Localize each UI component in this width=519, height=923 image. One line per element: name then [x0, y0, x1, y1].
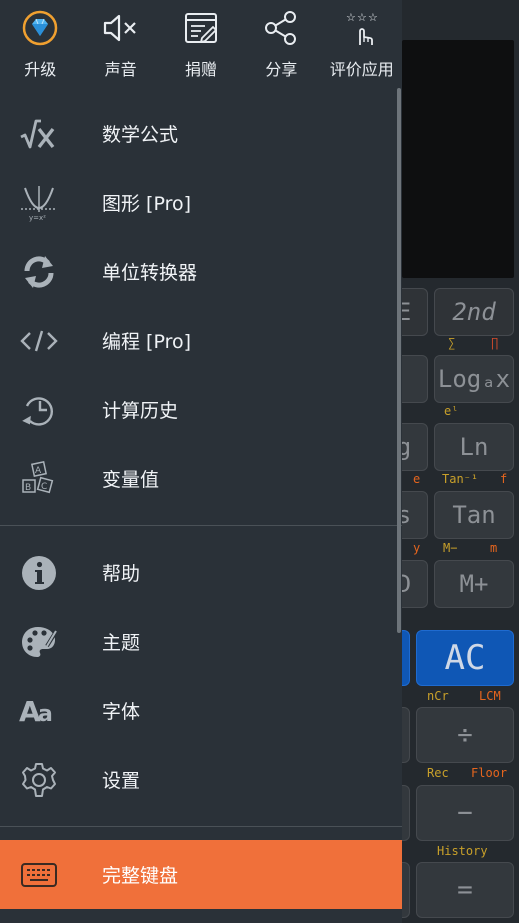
- ncr-shift-label: nCr: [427, 689, 449, 703]
- variables-label: 变量值: [102, 469, 160, 491]
- settings-label: 设置: [102, 770, 141, 792]
- font-aa-icon: A a: [18, 691, 60, 731]
- svg-text:A: A: [35, 466, 42, 476]
- code-brackets-icon: [18, 321, 60, 361]
- tan-key[interactable]: Tan: [434, 491, 514, 539]
- floor-shift-label: Floor: [471, 766, 508, 780]
- palette-icon: [18, 622, 60, 662]
- sum-shift-label: ∑: [448, 336, 456, 350]
- second-function-key[interactable]: 2nd: [434, 288, 514, 336]
- svg-text:a: a: [38, 702, 53, 727]
- menu-item-full-keyboard[interactable]: 完整键盘: [0, 840, 402, 909]
- history-clock-icon: [18, 390, 60, 430]
- m-minus-shift-label: M−: [443, 541, 458, 555]
- e-shift-label: e: [413, 472, 421, 486]
- menu-divider: [0, 525, 402, 526]
- menu-item-settings[interactable]: 设置: [0, 745, 402, 814]
- menu-item-programming[interactable]: 编程 [Pro]: [0, 306, 402, 375]
- graph-label: 图形 [Pro]: [102, 193, 192, 215]
- menu-item-variables[interactable]: A B C 变量值: [0, 444, 402, 513]
- donate-button[interactable]: 捐赠: [161, 0, 241, 88]
- m-plus-key[interactable]: M+: [434, 560, 514, 608]
- y-shift-label: y: [413, 541, 421, 555]
- keyboard-icon: [18, 855, 60, 895]
- navigation-drawer: 升级 声音 捐赠 分享 ☆ ☆ ☆ 评价应用 数学公式 y=x² 图形 [Pro…: [0, 0, 402, 923]
- help-label: 帮助: [102, 563, 141, 585]
- minus-key[interactable]: −: [416, 785, 514, 841]
- full-keyboard-label: 完整键盘: [102, 865, 179, 887]
- history-shift-label: History: [437, 844, 488, 858]
- theme-label: 主题: [102, 632, 141, 654]
- formulas-label: 数学公式: [102, 124, 179, 146]
- svg-text:☆: ☆: [346, 11, 356, 24]
- tan-inverse-shift-label: Tan⁻¹: [442, 472, 479, 486]
- share-label: 分享: [265, 60, 298, 79]
- sound-button[interactable]: 声音: [80, 0, 160, 88]
- rate-app-label: 评价应用: [329, 60, 394, 79]
- rec-shift-label: Rec: [427, 766, 449, 780]
- m-shift-label: m: [490, 541, 498, 555]
- gear-icon: [18, 760, 60, 800]
- log-base-key[interactable]: Logₐx: [434, 355, 514, 403]
- abc-blocks-icon: A B C: [18, 459, 60, 499]
- speaker-mute-icon: [101, 8, 141, 48]
- e-exp-shift-label: eˡ: [444, 404, 459, 418]
- menu-item-font[interactable]: A a 字体: [0, 676, 402, 745]
- donate-label: 捐赠: [184, 60, 217, 79]
- donate-window-icon: [183, 8, 219, 48]
- svg-text:y=x²: y=x²: [29, 214, 46, 222]
- menu-item-formulas[interactable]: 数学公式: [0, 99, 402, 168]
- menu-item-theme[interactable]: 主题: [0, 607, 402, 676]
- divide-key[interactable]: ÷: [416, 707, 514, 763]
- diamond-icon: [22, 8, 58, 48]
- f-shift-label: f: [500, 472, 508, 486]
- share-icon: [263, 8, 299, 48]
- svg-text:B: B: [25, 483, 31, 493]
- menu-item-help[interactable]: 帮助: [0, 538, 402, 607]
- graph-parabola-icon: y=x²: [18, 183, 60, 223]
- refresh-arrows-icon: [18, 252, 60, 292]
- menu-item-unit-converter[interactable]: 单位转换器: [0, 237, 402, 306]
- svg-text:☆: ☆: [357, 11, 367, 24]
- top-actions-bar: 升级 声音 捐赠 分享 ☆ ☆ ☆ 评价应用: [0, 0, 402, 88]
- square-root-x-icon: [18, 114, 60, 154]
- share-button[interactable]: 分享: [241, 0, 321, 88]
- menu-item-history[interactable]: 计算历史: [0, 375, 402, 444]
- rate-app-button[interactable]: ☆ ☆ ☆ 评价应用: [322, 0, 402, 88]
- programming-label: 编程 [Pro]: [102, 331, 192, 353]
- sound-label: 声音: [104, 60, 137, 79]
- menu-divider-bottom: [0, 826, 402, 827]
- unit-converter-label: 单位转换器: [102, 262, 198, 284]
- svg-text:☆: ☆: [368, 11, 378, 24]
- history-label: 计算历史: [102, 400, 179, 422]
- drawer-scrollbar[interactable]: [397, 88, 401, 633]
- equals-key[interactable]: =: [416, 862, 514, 918]
- font-label: 字体: [102, 701, 141, 723]
- rate-stars-icon: ☆ ☆ ☆: [343, 8, 381, 48]
- product-shift-label: ∏: [491, 336, 499, 350]
- info-icon: [18, 553, 60, 593]
- svg-text:C: C: [41, 482, 47, 492]
- menu-item-graph[interactable]: y=x² 图形 [Pro]: [0, 168, 402, 237]
- calculator-display: [402, 40, 514, 278]
- all-clear-key[interactable]: AC: [416, 630, 514, 686]
- lcm-shift-label: LCM: [479, 689, 501, 703]
- upgrade-label: 升级: [24, 60, 57, 79]
- upgrade-button[interactable]: 升级: [0, 0, 80, 88]
- ln-key[interactable]: Ln: [434, 423, 514, 471]
